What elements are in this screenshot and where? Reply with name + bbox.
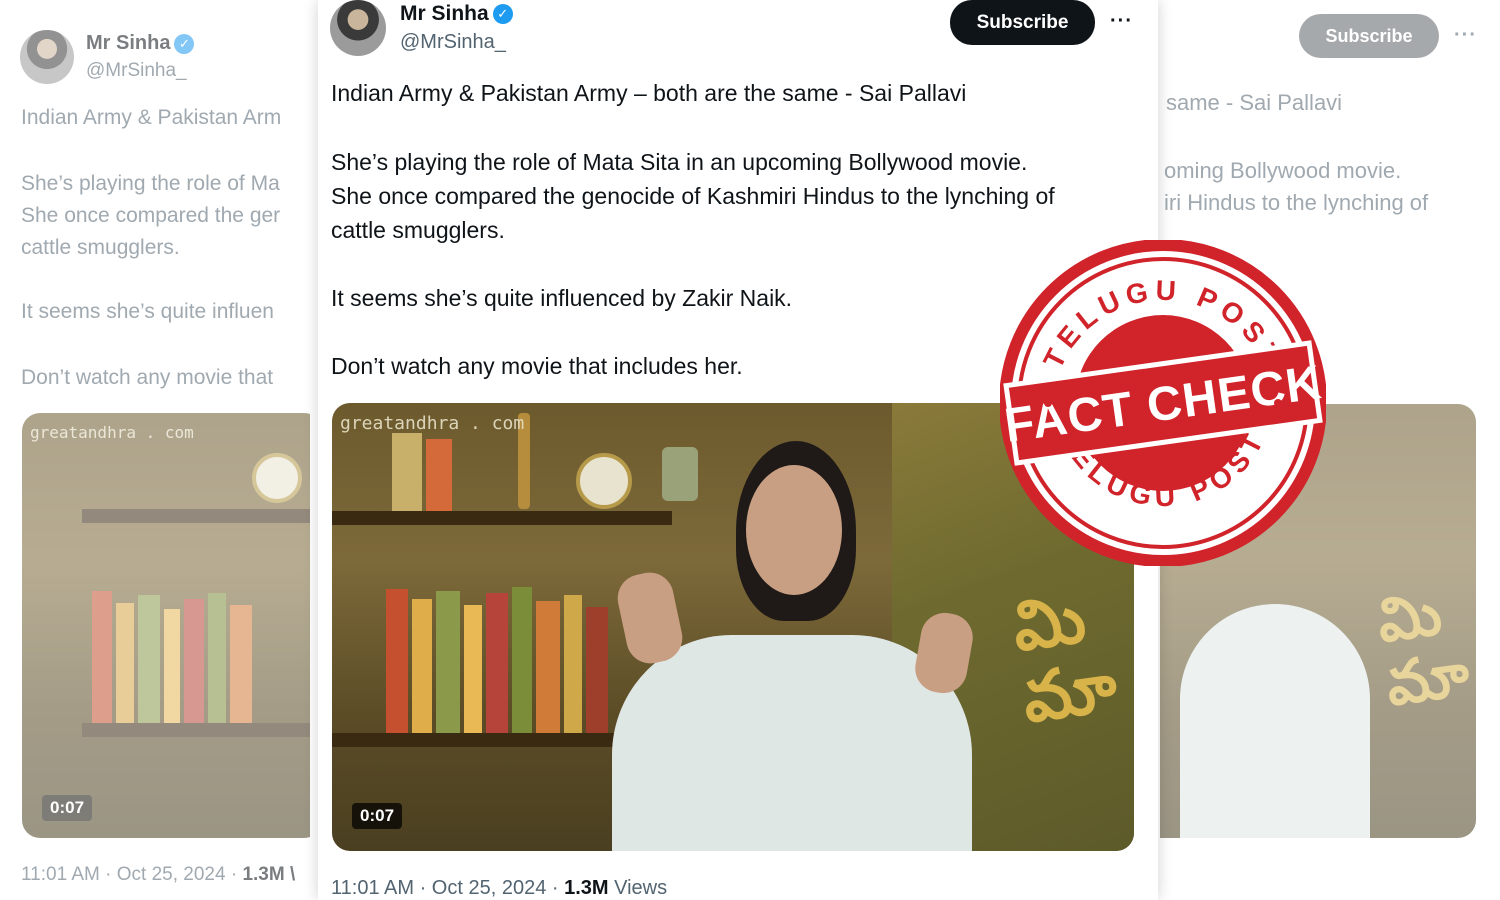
book: [392, 433, 422, 511]
book: [512, 587, 532, 733]
left-ghost-tweet: Mr Sinha ✓ @MrSinha_ Indian Army & Pakis…: [0, 0, 310, 900]
more-options-icon[interactable]: ···: [1110, 10, 1133, 33]
subscribe-button[interactable]: Subscribe: [1299, 14, 1439, 58]
book: [184, 599, 204, 723]
tweet-text-line: She once compared the genocide of Kashmi…: [331, 183, 1055, 209]
jar: [662, 447, 698, 501]
book: [564, 595, 582, 733]
book: [464, 605, 482, 733]
book: [138, 595, 160, 723]
tweet-text-line: It seems she’s quite influen: [21, 300, 274, 323]
stamp-dot: [1044, 399, 1052, 407]
video-watermark: greatandhra . com: [30, 423, 194, 442]
book: [586, 607, 608, 733]
book: [164, 609, 180, 723]
hand: [613, 568, 687, 668]
tweet-text-line: It seems she’s quite influenced by Zakir…: [331, 285, 793, 311]
logo-sign: మి మా: [1373, 578, 1474, 721]
views-count: 1.3M: [564, 877, 609, 899]
tweet-text-line: She’s playing the role of Ma: [21, 172, 280, 195]
book: [426, 439, 452, 511]
display-name-text: Mr Sinha: [86, 32, 171, 54]
book: [412, 599, 432, 733]
views-label: Views: [608, 877, 668, 899]
book: [486, 593, 508, 733]
display-name[interactable]: Mr Sinha ✓: [400, 2, 513, 26]
display-name-text: Mr Sinha: [400, 2, 489, 25]
fact-check-stamp: TELUGU POST TELUGU POST FACT CHECK: [1000, 240, 1326, 566]
timestamp-text: 11:01 AM · Oct 25, 2024 ·: [331, 877, 565, 899]
tweet-text-line: oming Bollywood movie.: [1164, 158, 1402, 183]
tweet-timestamp[interactable]: 11:01 AM · Oct 25, 2024 · 1.3M \: [21, 864, 295, 886]
tweet-timestamp[interactable]: 11:01 AM · Oct 25, 2024 · 1.3M Views: [331, 877, 667, 900]
bookshelf: [82, 723, 310, 737]
timestamp-text: 11:01 AM · Oct 25, 2024 ·: [21, 864, 243, 885]
video-player[interactable]: greatandhra . com 0:07: [22, 413, 310, 838]
book: [116, 603, 134, 723]
views-count: 1.3M \: [242, 864, 296, 885]
tweet-text-line: same - Sai Pallavi: [1166, 90, 1343, 115]
video-duration: 0:07: [42, 795, 93, 821]
handle[interactable]: @MrSinha_: [400, 31, 506, 54]
verified-badge-icon: ✓: [492, 4, 513, 24]
face: [746, 465, 842, 595]
handle[interactable]: @MrSinha_: [86, 60, 187, 82]
avatar[interactable]: [20, 30, 74, 84]
bookshelf: [332, 511, 672, 525]
tweet-text-line: She’s playing the role of Mata Sita in a…: [331, 149, 1028, 175]
tweet-text-line: cattle smugglers.: [331, 217, 505, 243]
tweet-text-line: Indian Army & Pakistan Army – both are t…: [331, 80, 967, 106]
tweet-text-line: Don’t watch any movie that includes her.: [331, 353, 743, 379]
book: [436, 591, 460, 733]
person: [1180, 604, 1370, 838]
bookshelf: [82, 509, 310, 523]
book: [386, 589, 408, 733]
logo-sign: మి మా: [1007, 578, 1122, 739]
book: [536, 601, 560, 733]
tweet-text-line: Don’t watch any movie that: [21, 366, 274, 389]
video-watermark: greatandhra . com: [340, 413, 525, 434]
clock: [576, 453, 632, 509]
tweet-text-line: Indian Army & Pakistan Arm: [21, 106, 282, 129]
tweet-text-line: cattle smugglers.: [21, 236, 180, 259]
verified-badge-icon: ✓: [174, 33, 195, 54]
tweet-text-line: iri Hindus to the lynching of: [1164, 190, 1429, 215]
book: [230, 605, 252, 723]
clock: [252, 453, 302, 503]
stamp-dot: [1274, 399, 1282, 407]
tweet-text-line: She once compared the ger: [21, 204, 281, 227]
more-options-icon[interactable]: ···: [1454, 24, 1477, 47]
video-duration: 0:07: [352, 803, 403, 829]
subscribe-button[interactable]: Subscribe: [950, 0, 1095, 45]
display-name[interactable]: Mr Sinha ✓: [86, 32, 195, 55]
book: [208, 593, 226, 723]
book: [92, 591, 112, 723]
avatar[interactable]: [330, 0, 386, 56]
